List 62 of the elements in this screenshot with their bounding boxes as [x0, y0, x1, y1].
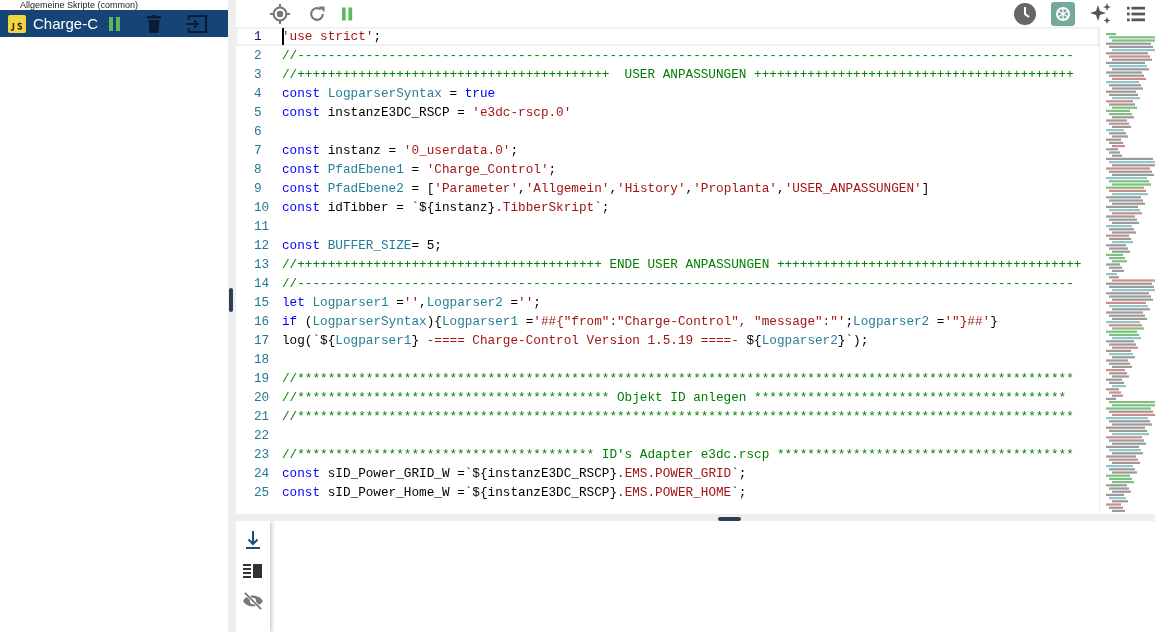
line-number: 13: [253, 257, 271, 272]
line-number: 25: [253, 485, 271, 500]
code-line: let Logparser1 ='',Logparser2 ='';: [282, 295, 541, 310]
download-icon[interactable]: [245, 530, 261, 550]
line-number: 5: [253, 105, 263, 120]
clock-icon[interactable]: [1013, 1, 1037, 26]
line-number: 9: [253, 181, 263, 196]
line-number: 19: [253, 371, 271, 386]
code-line: //++++++++++++++++++++++++++++++++++++++++ ENDE USER ANPASSUNGEN ++++++++++++++++++++++++++++++++++++++++: [282, 257, 1082, 272]
line-number: 18: [253, 352, 271, 367]
code-line: //******************************************************************************************************: [282, 409, 1074, 424]
line-number: 8: [253, 162, 263, 177]
line-number: 17: [253, 333, 271, 348]
code-line: //*************************************** ID's Adapter e3dc.rscp ***************************************: [282, 447, 1074, 462]
line-number: 14: [253, 276, 271, 291]
resize-handle[interactable]: [718, 517, 741, 521]
line-number: 21: [253, 409, 271, 424]
line-number: 24: [253, 466, 271, 481]
line-number: 7: [253, 143, 263, 158]
code-line: const LogparserSyntax = true: [282, 86, 496, 101]
code-line: //------------------------------------------------------------------------------------------------------: [282, 276, 1074, 291]
script-name: Charge-C: [33, 15, 97, 32]
columns-icon[interactable]: [243, 563, 263, 579]
line-number: 23: [253, 447, 271, 462]
resize-handle[interactable]: [229, 288, 233, 312]
target-icon[interactable]: [269, 2, 291, 25]
line-number: 2: [253, 48, 263, 63]
line-number: 22: [253, 428, 271, 443]
script-item[interactable]: Charge-C: [0, 10, 228, 37]
code-line: const idTibber = `${instanz}.TibberSkript`;: [282, 200, 610, 215]
code-line: const PfadEbene2 = ['Parameter','Allgemein','History','Proplanta','USER_ANPASSUNGEN']: [282, 181, 930, 196]
code-line: //+++++++++++++++++++++++++++++++++++++++++ USER ANPASSUNGEN ++++++++++++++++++++++++++++++++++++++++++: [282, 67, 1074, 82]
code-line: if (LogparserSyntax){Logparser1 ='##{"from":"Charge-Control", "message":"';Logparser2 ='"}##'}: [282, 314, 998, 329]
code-line: log(`${Logparser1} -==== Charge-Control Version 1.5.19 ====- ${Logparser2}`);: [282, 333, 869, 348]
pause-icon[interactable]: [341, 5, 354, 22]
sparkle-icon[interactable]: [1089, 1, 1113, 26]
javascript-file-icon: [8, 14, 26, 33]
line-number: 3: [253, 67, 263, 82]
code-line: const sID_Power_Home_W =`${instanzE3DC_RSCP}.EMS.POWER_HOME`;: [282, 485, 747, 500]
line-number: 15: [253, 295, 271, 310]
code-line: 'use strict';: [282, 29, 381, 44]
pause-icon[interactable]: [108, 15, 122, 32]
ai-assistant-icon[interactable]: [1051, 1, 1075, 26]
hidden-eye-icon[interactable]: [242, 592, 264, 610]
line-number: 10: [253, 200, 271, 215]
code-line: const PfadEbene1 = 'Charge_Control';: [282, 162, 557, 177]
line-number: 12: [253, 238, 271, 253]
line-number: 16: [253, 314, 271, 329]
line-number: 4: [253, 86, 263, 101]
code-line: const sID_Power_GRID_W =`${instanzE3DC_RSCP}.EMS.POWER_GRID`;: [282, 466, 747, 481]
code-line: const BUFFER_SIZE= 5;: [282, 238, 442, 253]
code-line: const instanzE3DC_RSCP = 'e3dc-rscp.0': [282, 105, 572, 120]
line-number: 11: [253, 219, 271, 234]
script-folder-item[interactable]: Allgemeine Skripte (common): [0, 0, 228, 10]
list-icon[interactable]: [1127, 4, 1145, 23]
line-number: 20: [253, 390, 271, 405]
code-line: //------------------------------------------------------------------------------------------------------: [282, 48, 1074, 63]
line-number: 6: [253, 124, 263, 139]
code-line: //******************************************************************************************************: [282, 371, 1074, 386]
code-line: const instanz = '0_userdata.0';: [282, 143, 519, 158]
code-line: //***************************************** Objekt ID anlegen *****************************************: [282, 390, 1067, 405]
line-number: 1: [253, 29, 263, 44]
